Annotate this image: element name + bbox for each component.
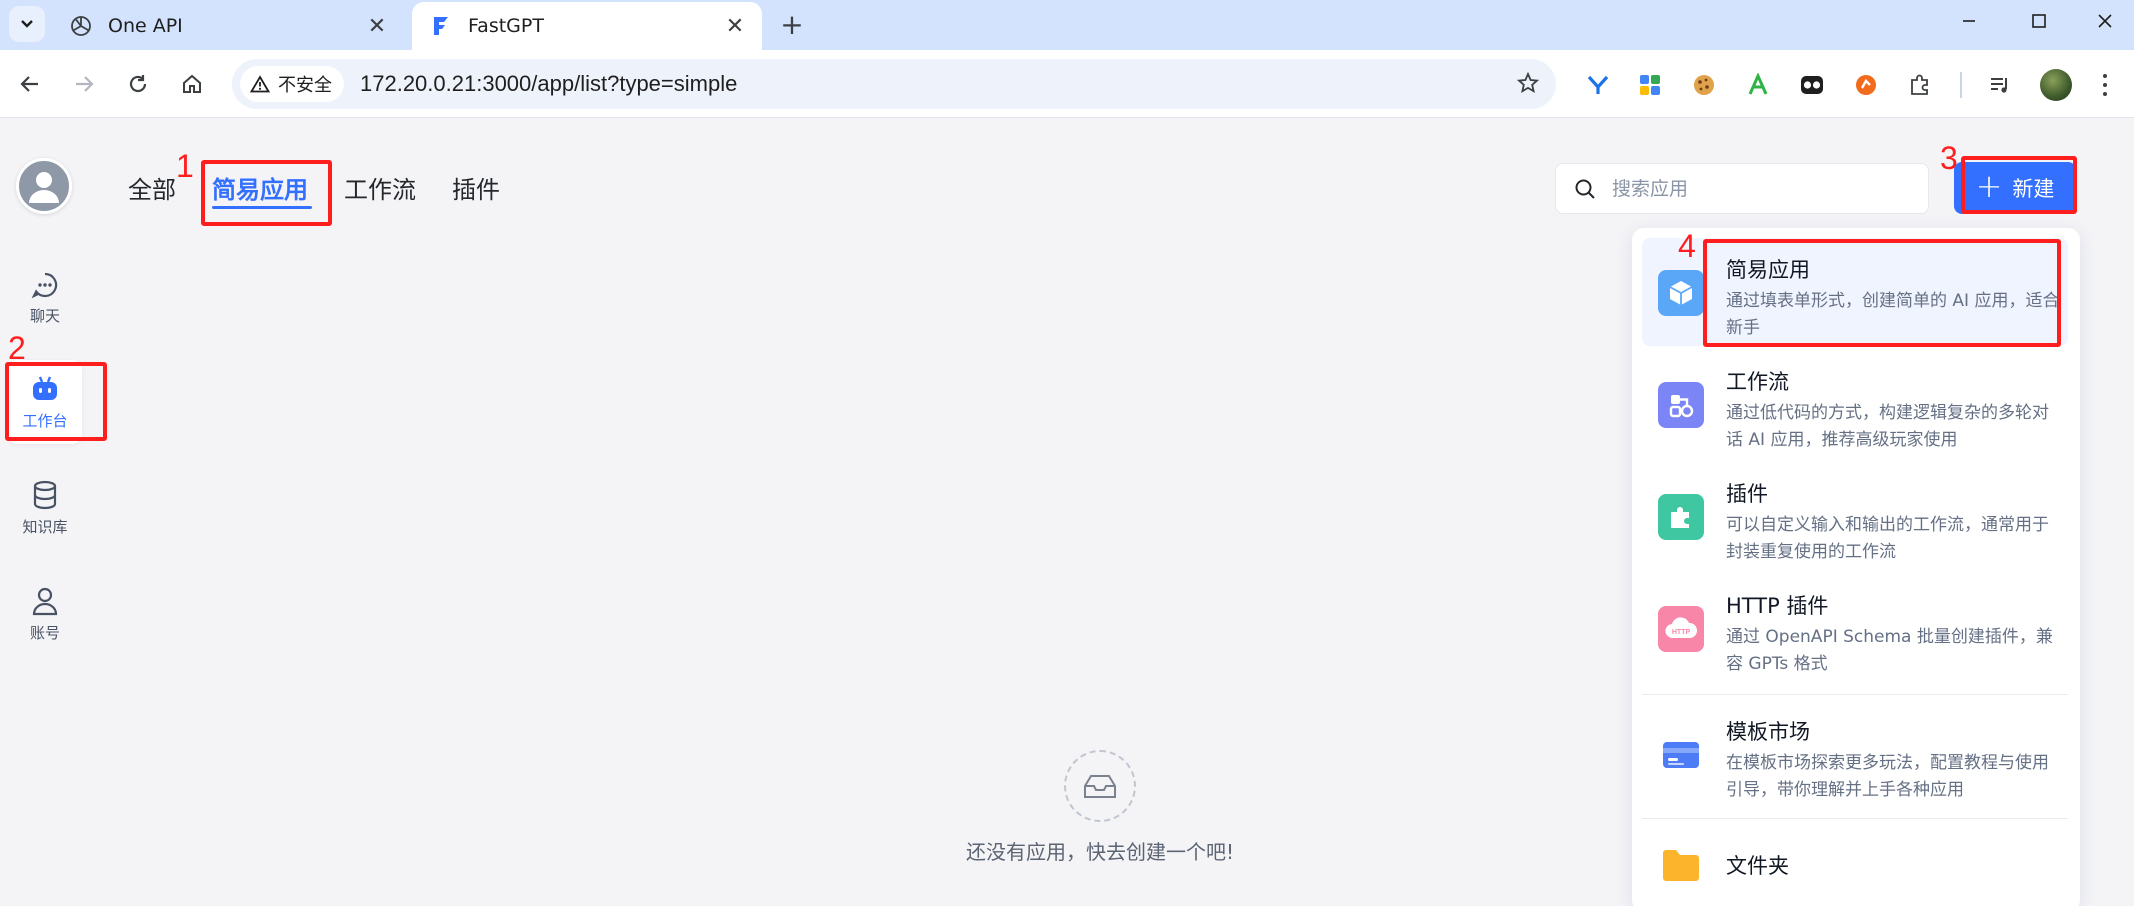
profile-avatar[interactable] <box>2040 69 2072 101</box>
address-bar[interactable]: 不安全 172.20.0.21:3000/app/list?type=simpl… <box>232 59 1556 109</box>
glasses-extension-icon[interactable] <box>1798 71 1826 99</box>
empty-inbox-icon <box>1064 750 1136 822</box>
user-icon <box>32 587 58 615</box>
http-badge-text: HTTP <box>1672 629 1691 636</box>
tab-search-dropdown[interactable] <box>9 6 45 42</box>
maximize-icon <box>2032 14 2046 28</box>
window-maximize-button[interactable] <box>2008 0 2070 42</box>
fastgpt-logo-icon <box>428 13 454 39</box>
back-button[interactable] <box>12 66 48 102</box>
workflow-icon <box>1658 382 1704 428</box>
sidebar-item-account[interactable]: 账号 <box>8 572 82 656</box>
menu-item-desc: 通过 OpenAPI Schema 批量创建插件，兼容 GPTs 格式 <box>1726 627 2053 674</box>
chat-icon <box>31 272 58 298</box>
new-tab-button[interactable]: + <box>776 8 808 41</box>
arrow-left-icon <box>20 76 38 92</box>
close-icon <box>2098 14 2112 28</box>
sidebar-item-label: 账号 <box>29 623 60 642</box>
tab-workflow[interactable]: 工作流 <box>344 170 416 205</box>
window-close-button[interactable] <box>2074 0 2134 42</box>
warning-icon <box>250 75 270 93</box>
puzzle-icon <box>1658 494 1704 540</box>
menu-item-title: 工作流 <box>1726 370 1789 394</box>
http-cloud-icon: HTTP <box>1658 606 1704 652</box>
menu-item-workflow[interactable]: 工作流 通过低代码的方式，构建逻辑复杂的多轮对话 AI 应用，推荐高级玩家使用 <box>1642 350 2068 458</box>
security-chip-label: 不安全 <box>278 75 332 96</box>
menu-item-http-plugin[interactable]: HTTP HTTP 插件 通过 OpenAPI Schema 批量创建插件，兼容… <box>1642 574 2068 682</box>
tab-title: FastGPT <box>468 15 544 37</box>
chevron-down-icon <box>21 20 33 28</box>
sidebar-item-label: 知识库 <box>22 517 68 536</box>
tab-plugin[interactable]: 插件 <box>452 170 500 205</box>
home-icon <box>183 74 201 93</box>
user-avatar[interactable] <box>16 158 72 214</box>
tab-title: One API <box>108 15 183 37</box>
forward-button[interactable] <box>66 66 102 102</box>
menu-item-folder[interactable]: 文件夹 <box>1642 826 2068 900</box>
browser-menu-icon[interactable] <box>2096 70 2114 100</box>
search-input[interactable] <box>1612 177 1912 200</box>
annotation-number-1: 1 <box>176 148 194 184</box>
menu-item-title: HTTP 插件 <box>1726 594 1829 618</box>
browser-tab-fastgpt[interactable]: FastGPT ✕ <box>412 2 762 50</box>
bookmark-star-icon[interactable] <box>1516 71 1540 99</box>
puzzle-extensions-icon[interactable] <box>1906 71 1934 99</box>
home-button[interactable] <box>174 66 210 102</box>
browser-tab-strip: One API ✕ FastGPT ✕ + <box>0 0 2134 50</box>
orange-extension-icon[interactable] <box>1852 71 1880 99</box>
folder-icon <box>1658 842 1704 888</box>
menu-divider <box>1642 818 2068 819</box>
menu-item-title: 模板市场 <box>1726 720 1810 744</box>
y-extension-icon[interactable] <box>1584 71 1612 99</box>
security-chip[interactable]: 不安全 <box>240 66 344 102</box>
cube-icon <box>1658 270 1704 316</box>
close-tab-icon[interactable]: ✕ <box>722 13 748 39</box>
minimize-icon <box>1963 20 1975 22</box>
app-search[interactable] <box>1555 163 1929 214</box>
sidebar-item-knowledge[interactable]: 知识库 <box>8 466 82 550</box>
a-extension-icon[interactable] <box>1744 71 1772 99</box>
database-icon <box>33 480 57 509</box>
menu-divider <box>1642 694 2068 695</box>
annotation-number-2: 2 <box>8 330 26 366</box>
menu-item-desc: 通过低代码的方式，构建逻辑复杂的多轮对话 AI 应用，推荐高级玩家使用 <box>1726 403 2049 450</box>
annotation-box-1 <box>201 160 332 226</box>
openai-logo-icon <box>68 13 94 39</box>
menu-item-title: 文件夹 <box>1726 854 1789 878</box>
browser-toolbar: 不安全 172.20.0.21:3000/app/list?type=simpl… <box>0 50 2134 118</box>
annotation-box-3 <box>1961 156 2077 214</box>
search-icon <box>1575 179 1595 199</box>
menu-item-desc: 在模板市场探索更多玩法，配置教程与使用引导，带你理解并上手各种应用 <box>1726 753 2049 800</box>
media-queue-icon[interactable] <box>1986 71 2014 99</box>
template-card-icon <box>1658 732 1704 778</box>
window-minimize-button[interactable] <box>1938 0 2000 42</box>
menu-item-desc: 可以自定义输入和输出的工作流，通常用于封装重复使用的工作流 <box>1726 515 2049 562</box>
menu-item-title: 插件 <box>1726 482 1768 506</box>
browser-tab-oneapi[interactable]: One API ✕ <box>52 2 404 50</box>
tab-all[interactable]: 全部 <box>128 170 176 205</box>
annotation-number-4: 4 <box>1678 228 1696 264</box>
annotation-box-2 <box>5 362 107 441</box>
empty-state-text: 还没有应用，快去创建一个吧! <box>965 840 1235 864</box>
cookie-extension-icon[interactable] <box>1690 71 1718 99</box>
annotation-number-3: 3 <box>1940 140 1958 176</box>
close-tab-icon[interactable]: ✕ <box>364 13 390 39</box>
url-text[interactable]: 172.20.0.21:3000/app/list?type=simple <box>360 71 737 97</box>
sidebar-item-chat[interactable]: 聊天 <box>8 256 82 340</box>
apps-extension-icon[interactable] <box>1636 71 1664 99</box>
sidebar-item-label: 聊天 <box>29 306 60 325</box>
annotation-box-4 <box>1703 239 2061 347</box>
menu-item-plugin[interactable]: 插件 可以自定义输入和输出的工作流，通常用于封装重复使用的工作流 <box>1642 462 2068 570</box>
reload-icon <box>129 75 147 93</box>
toolbar-divider <box>1960 72 1962 98</box>
menu-item-template-market[interactable]: 模板市场 在模板市场探索更多玩法，配置教程与使用引导，带你理解并上手各种应用 <box>1642 700 2068 808</box>
reload-button[interactable] <box>120 66 156 102</box>
arrow-right-icon <box>76 76 94 92</box>
